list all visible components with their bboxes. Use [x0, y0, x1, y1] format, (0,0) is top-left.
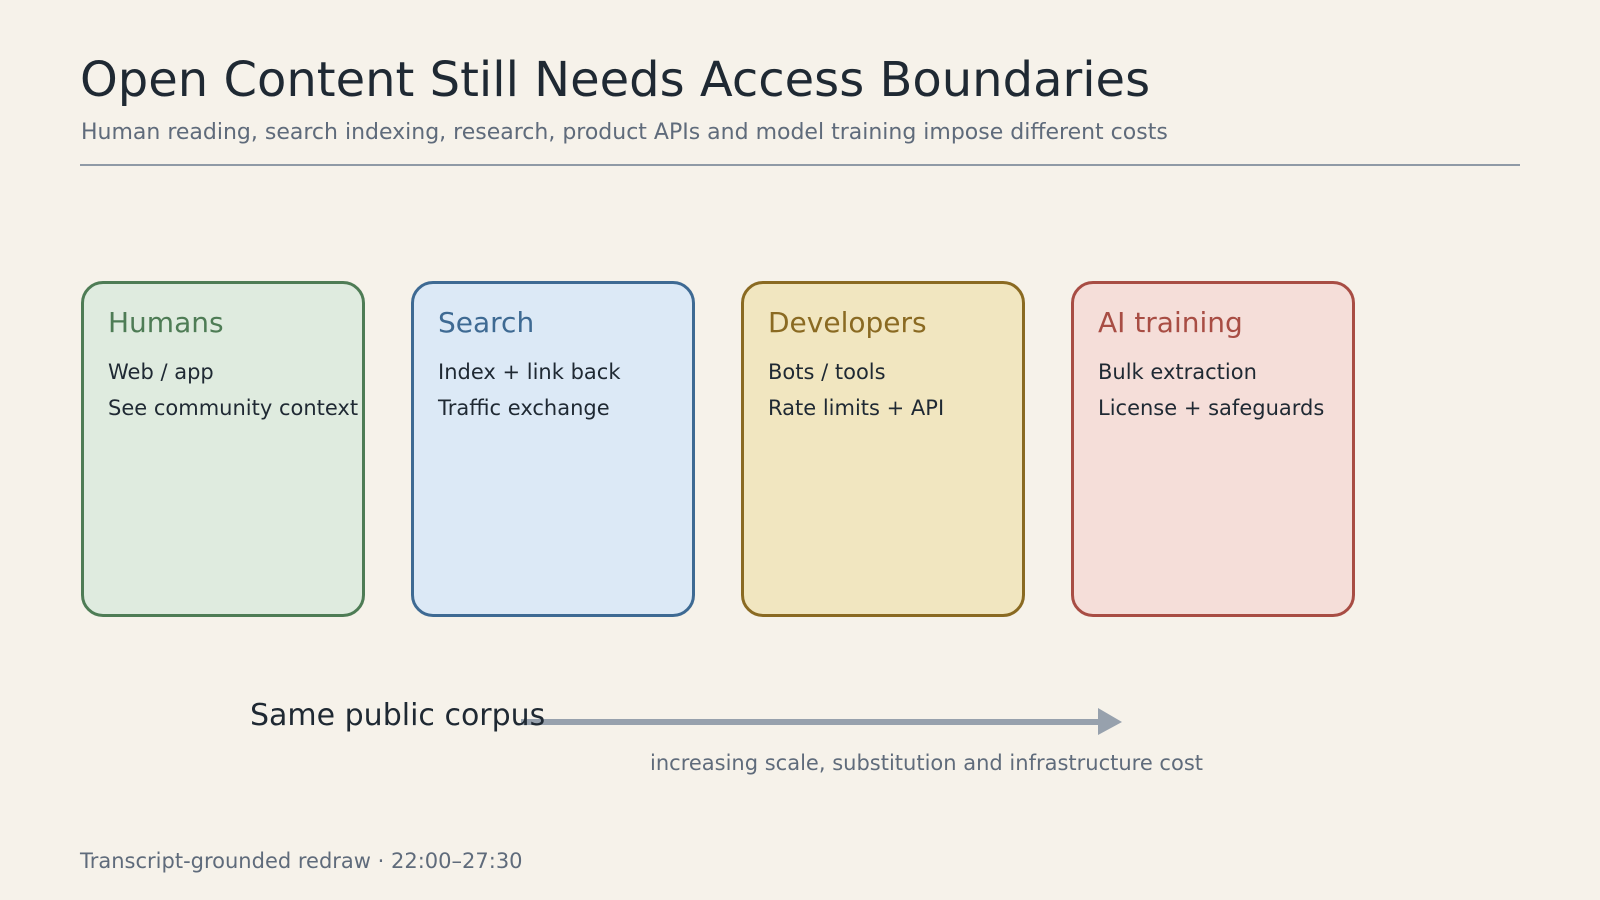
flow-label: Same public corpus — [250, 698, 546, 733]
footer-note: Transcript-grounded redraw · 22:00–27:30 — [80, 849, 523, 873]
arrow-head-icon — [1098, 708, 1122, 735]
flow-caption: increasing scale, substitution and infra… — [650, 751, 1204, 775]
